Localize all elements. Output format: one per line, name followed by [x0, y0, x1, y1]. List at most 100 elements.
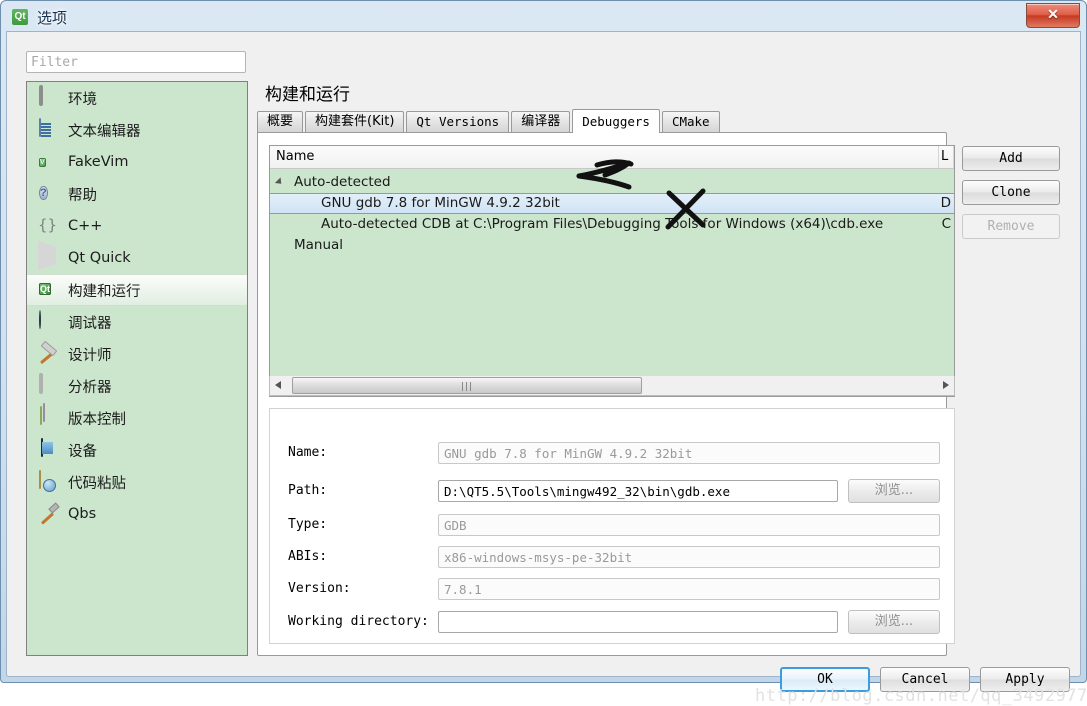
fakevim-icon: V — [39, 158, 46, 167]
qbs-icon — [37, 503, 59, 525]
browse-path-button[interactable]: 浏览... — [848, 479, 940, 503]
tab-overview[interactable]: 概要 — [257, 111, 304, 133]
abis-label: ABIs: — [288, 549, 328, 564]
version-label: Version: — [288, 581, 351, 596]
scroll-right-arrow-icon[interactable] — [938, 376, 954, 394]
designer-icon — [37, 343, 59, 365]
apply-button[interactable]: Apply — [980, 667, 1070, 692]
dialog-client-area: 环境 文本编辑器 V FakeVim ? 帮助 {} C++ Qt Quick — [6, 31, 1087, 706]
tab-bar: 概要 构建套件(Kit) Qt Versions 编译器 Debuggers C… — [257, 109, 722, 133]
sidebar-item-code-paste[interactable]: 代码粘贴 — [27, 466, 247, 498]
table-row[interactable]: Auto-detected — [270, 172, 954, 193]
sidebar-item-debugger[interactable]: 调试器 — [27, 306, 247, 338]
sidebar-item-help[interactable]: ? 帮助 — [27, 178, 247, 210]
horizontal-scrollbar[interactable] — [269, 376, 955, 396]
close-button[interactable]: ✕ — [1026, 3, 1080, 28]
window-title: 选项 — [37, 9, 68, 27]
filter-input[interactable] — [26, 51, 246, 73]
type-field — [438, 514, 940, 536]
sidebar-item-label: C++ — [68, 218, 103, 234]
sidebar-item-version-control[interactable]: 版本控制 — [27, 402, 247, 434]
browse-working-directory-button[interactable]: 浏览... — [848, 610, 940, 634]
debugger-icon — [37, 310, 59, 333]
add-button[interactable]: Add — [962, 146, 1060, 171]
options-dialog-window: Qt 选项 ✕ 环境 文本编辑器 V FakeVim ? — [0, 0, 1087, 706]
help-icon: ? — [39, 186, 48, 200]
sidebar-item-designer[interactable]: 设计师 — [27, 338, 247, 370]
tab-debuggers[interactable]: Debuggers — [572, 109, 660, 133]
title-bar: Qt 选项 ✕ — [1, 1, 1086, 33]
sidebar-item-build-and-run[interactable]: Qt 构建和运行 — [27, 274, 247, 306]
column-header-name[interactable]: Name — [270, 146, 939, 168]
text-editor-icon — [37, 118, 59, 141]
qt-quick-icon — [37, 241, 59, 270]
column-header-location[interactable]: L — [939, 146, 954, 168]
clone-button[interactable]: Clone — [962, 180, 1060, 205]
scroll-left-arrow-icon[interactable] — [270, 376, 286, 394]
settings-category-sidebar[interactable]: 环境 文本编辑器 V FakeVim ? 帮助 {} C++ Qt Quick — [26, 81, 248, 656]
abis-field — [438, 546, 940, 568]
sidebar-item-label: 代码粘贴 — [68, 475, 126, 492]
ok-button[interactable]: OK — [780, 667, 870, 692]
tree-row-location: C — [941, 216, 951, 232]
sidebar-item-environment[interactable]: 环境 — [27, 82, 247, 114]
name-field — [438, 442, 940, 464]
working-directory-label: Working directory: — [288, 614, 429, 629]
devices-icon — [37, 438, 59, 461]
table-row[interactable]: Auto-detected CDB at C:\Program Files\De… — [270, 214, 954, 235]
working-directory-field[interactable] — [438, 611, 838, 633]
debuggers-tree[interactable]: Name L Auto-detected GNU gdb 7.8 for Min… — [269, 145, 955, 397]
sidebar-item-label: FakeVim — [68, 154, 129, 170]
sidebar-item-devices[interactable]: 设备 — [27, 434, 247, 466]
expand-triangle-icon[interactable] — [274, 177, 285, 187]
tree-row-label: Manual — [294, 237, 344, 253]
sidebar-item-label: 帮助 — [68, 187, 97, 204]
sidebar-item-cpp[interactable]: {} C++ — [27, 210, 247, 242]
sidebar-item-label: 版本控制 — [68, 411, 126, 428]
cancel-button[interactable]: Cancel — [880, 667, 970, 692]
sidebar-item-text-editor[interactable]: 文本编辑器 — [27, 114, 247, 146]
sidebar-item-label: 调试器 — [68, 315, 112, 332]
grip-icon — [462, 382, 472, 391]
page-title: 构建和运行 — [265, 85, 350, 105]
type-label: Type: — [288, 517, 328, 532]
table-row[interactable]: Manual — [270, 235, 954, 256]
path-field[interactable] — [438, 480, 838, 502]
sidebar-item-label: 分析器 — [68, 379, 112, 396]
sidebar-item-qt-quick[interactable]: Qt Quick — [27, 241, 247, 274]
sidebar-item-qbs[interactable]: Qbs — [27, 498, 247, 530]
tree-row-label: Auto-detected — [294, 174, 391, 190]
sidebar-item-label: Qt Quick — [68, 250, 131, 266]
sidebar-item-label: 构建和运行 — [68, 283, 141, 300]
debugger-details-form: Name: Path: 浏览... Type: ABIs: Version: — [269, 408, 955, 644]
scrollbar-thumb[interactable] — [292, 377, 642, 394]
qt-logo-icon: Qt — [12, 9, 28, 25]
tab-build-kit[interactable]: 构建套件(Kit) — [305, 111, 405, 133]
name-label: Name: — [288, 445, 328, 460]
tree-row-label: GNU gdb 7.8 for MinGW 4.9.2 32bit — [321, 195, 560, 211]
analyzer-icon — [37, 373, 59, 397]
cpp-icon: {} — [38, 216, 58, 234]
close-icon: ✕ — [1047, 6, 1059, 22]
remove-button: Remove — [962, 214, 1060, 239]
path-label: Path: — [288, 483, 328, 498]
sidebar-item-label: 设计师 — [68, 347, 112, 364]
tree-row-label: Auto-detected CDB at C:\Program Files\De… — [321, 216, 884, 232]
tab-qt-versions[interactable]: Qt Versions — [406, 111, 510, 133]
build-and-run-icon: Qt — [39, 283, 51, 295]
tree-rows: Auto-detected GNU gdb 7.8 for MinGW 4.9.… — [270, 172, 954, 256]
version-control-icon — [37, 406, 59, 429]
sidebar-item-label: 设备 — [68, 443, 97, 460]
sidebar-item-label: Qbs — [68, 506, 97, 522]
sidebar-item-label: 文本编辑器 — [68, 123, 141, 140]
version-field — [438, 578, 940, 600]
table-row[interactable]: GNU gdb 7.8 for MinGW 4.9.2 32bit D — [270, 193, 954, 214]
sidebar-item-fakevim[interactable]: V FakeVim — [27, 146, 247, 178]
tab-compilers[interactable]: 编译器 — [511, 111, 571, 133]
code-paste-icon — [37, 470, 59, 493]
tab-cmake[interactable]: CMake — [661, 111, 720, 133]
sidebar-item-label: 环境 — [68, 91, 97, 108]
tree-row-location: D — [940, 195, 951, 211]
tree-header: Name L — [270, 146, 954, 169]
sidebar-item-analyzer[interactable]: 分析器 — [27, 370, 247, 402]
